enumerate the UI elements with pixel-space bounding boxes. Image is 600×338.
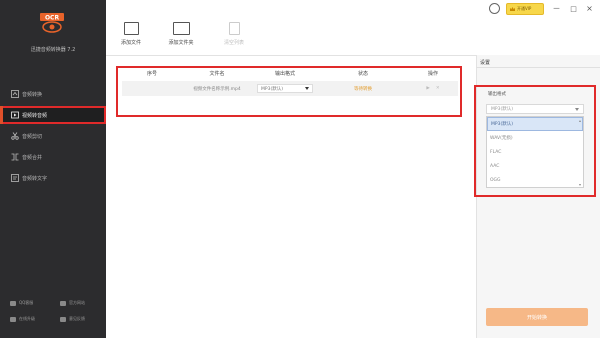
output-format-select[interactable]: MP3(默认)	[486, 104, 584, 114]
sidebar-item-audio-cut[interactable]: 音频剪切	[0, 127, 106, 145]
scroll-down-icon[interactable]	[579, 184, 581, 186]
dropdown-option[interactable]: WAV(无损)	[487, 131, 583, 145]
output-format-dropdown: MP3(默认) WAV(无损) FLAC AAC OGG	[486, 116, 584, 188]
row-filename: 视频文件名称示例.mp4	[193, 86, 241, 92]
dropdown-option[interactable]: AAC	[487, 159, 583, 173]
footer-online-upgrade[interactable]: 在线升级	[10, 316, 35, 322]
close-button[interactable]: ×	[585, 4, 594, 13]
sidebar-item-label: 音频合并	[22, 154, 43, 161]
feedback-icon	[60, 316, 66, 322]
vip-button[interactable]: 开通VIP	[506, 3, 544, 15]
output-format-label: 输出格式	[488, 92, 506, 97]
sidebar-item-audio-to-text[interactable]: 音频转文字	[0, 169, 106, 187]
scissors-icon	[10, 132, 19, 141]
sidebar-item-label: 视频转音频	[22, 112, 48, 119]
minimize-button[interactable]: －	[552, 4, 561, 13]
delete-icon[interactable]: ✕	[436, 86, 440, 91]
table-row[interactable]: 视频文件名称示例.mp4 MP3(默认) 等待转换 ▶ ✕	[122, 81, 458, 96]
scroll-up-icon[interactable]	[579, 120, 581, 122]
dropdown-option[interactable]: FLAC	[487, 145, 583, 159]
footer-feedback[interactable]: 意见反馈	[60, 316, 85, 322]
divider	[106, 55, 476, 56]
clear-list-button[interactable]: 清空列表	[217, 22, 251, 46]
clear-list-icon	[228, 22, 240, 35]
add-file-icon	[123, 22, 139, 35]
merge-icon	[10, 153, 19, 162]
column-header: 序号	[146, 71, 157, 77]
column-header: 状态	[357, 71, 368, 77]
chevron-down-icon	[305, 87, 309, 90]
sidebar-item-label: 音频转换	[22, 91, 43, 98]
row-format-select[interactable]: MP3(默认)	[257, 84, 313, 93]
svg-text:OCR: OCR	[45, 15, 60, 22]
add-file-button[interactable]: 添加文件	[114, 22, 148, 46]
user-avatar-icon[interactable]	[489, 3, 500, 14]
sidebar-item-video-to-audio[interactable]: 视频转音频	[0, 106, 106, 124]
maximize-button[interactable]: □	[569, 4, 578, 13]
sidebar-item-label: 音频转文字	[22, 175, 48, 182]
divider	[476, 67, 600, 68]
settings-title: 设置	[480, 60, 491, 66]
footer-qq-service[interactable]: QQ客服	[10, 300, 33, 306]
start-convert-button[interactable]: 开始转换	[486, 308, 588, 326]
play-icon[interactable]: ▶	[426, 86, 429, 91]
add-folder-icon	[172, 22, 190, 35]
video-to-audio-icon	[10, 111, 19, 120]
dropdown-option[interactable]: OGG	[487, 173, 583, 187]
app-logo-icon: OCR	[40, 13, 64, 33]
column-header: 文件名	[209, 71, 225, 77]
column-header: 输出格式	[274, 71, 295, 77]
chevron-down-icon	[575, 107, 579, 111]
sidebar-item-audio-convert[interactable]: 音频转换	[0, 85, 106, 103]
footer-official-site[interactable]: 官方网站	[60, 300, 85, 306]
dropdown-scrollbar[interactable]	[579, 118, 582, 188]
column-header: 操作	[427, 71, 438, 77]
sidebar: OCR 迅捷音频转换器 7.2 音频转换 视频转音频 音频剪切 音频合并 音频转…	[0, 0, 106, 338]
home-icon	[60, 300, 66, 306]
table-header: 序号 文件名 输出格式 状态 操作	[122, 69, 458, 79]
add-folder-button[interactable]: 添加文件夹	[164, 22, 198, 46]
sidebar-item-audio-merge[interactable]: 音频合并	[0, 148, 106, 166]
app-name: 迅捷音频转换器 7.2	[30, 47, 76, 53]
sidebar-item-label: 音频剪切	[22, 133, 43, 140]
row-status: 等待转换	[354, 86, 372, 92]
row-operations: ▶ ✕	[408, 86, 458, 91]
audio-to-text-icon	[10, 174, 19, 183]
dropdown-option[interactable]: MP3(默认)	[487, 117, 583, 131]
chat-icon	[10, 300, 16, 306]
audio-convert-icon	[10, 90, 19, 99]
upgrade-icon	[10, 316, 16, 322]
crown-icon	[510, 7, 515, 11]
